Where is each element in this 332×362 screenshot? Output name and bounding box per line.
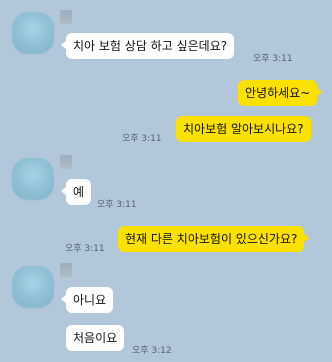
outgoing-message[interactable]: 치아보험 알아보시나요?	[176, 116, 311, 142]
incoming-message[interactable]: 예	[60, 179, 92, 205]
sender-avatar[interactable]	[12, 12, 54, 54]
sender-avatar[interactable]	[12, 158, 54, 200]
outgoing-message[interactable]: 현재 다른 치아보험이 있으신가요?	[118, 226, 310, 252]
sender-avatar[interactable]	[12, 266, 54, 308]
chat-area: 치아 보험 상담 하고 싶은데요? 오후 3:11 안녕하세요~ 치아보험 알아…	[0, 0, 332, 362]
incoming-message[interactable]: 처음이요	[66, 325, 125, 351]
sender-name	[60, 155, 72, 169]
sender-name	[60, 263, 72, 277]
message-time: 오후 3:11	[122, 134, 162, 144]
sender-name	[60, 10, 72, 24]
message-time: 오후 3:12	[132, 346, 172, 356]
incoming-message[interactable]: 아니요	[60, 287, 114, 313]
message-time: 오후 3:11	[65, 244, 105, 254]
message-time: 오후 3:11	[97, 200, 137, 210]
outgoing-message[interactable]: 안녕하세요~	[238, 80, 323, 106]
incoming-message[interactable]: 치아 보험 상담 하고 싶은데요?	[60, 33, 235, 59]
message-time: 오후 3:11	[253, 54, 293, 64]
